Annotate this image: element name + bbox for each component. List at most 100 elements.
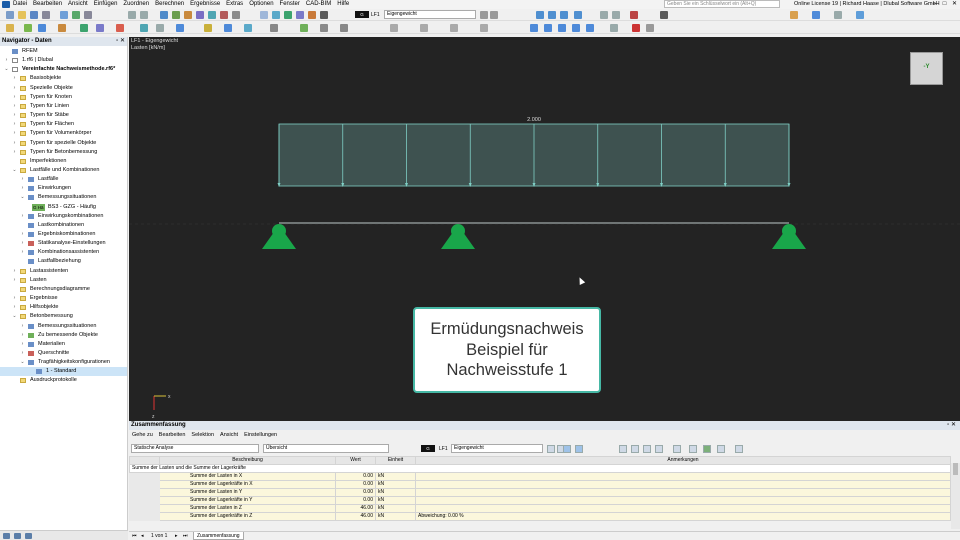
- tree-item[interactable]: › Basisobjekte: [0, 74, 127, 83]
- summary-menu-goto[interactable]: Gehe zu: [129, 432, 156, 438]
- table-row[interactable]: Summe der Lasten in Y 0.00 kN: [129, 488, 951, 497]
- tree-item[interactable]: 1 - Standard: [0, 367, 127, 377]
- member-icon[interactable]: [196, 11, 204, 19]
- minimize-icon[interactable]: –: [930, 0, 939, 9]
- undo-icon[interactable]: [128, 11, 136, 19]
- tree-item[interactable]: ⌄ Tragfähigkeitskonfigurationen: [0, 358, 127, 367]
- save-icon[interactable]: [30, 11, 38, 19]
- tree-item[interactable]: › Ergebniskombinationen: [0, 230, 127, 239]
- nav-views-tab-icon[interactable]: [25, 532, 32, 539]
- load-icon[interactable]: [300, 24, 308, 32]
- model-icon[interactable]: [60, 11, 68, 19]
- pin-icon[interactable]: [6, 24, 14, 32]
- tree-item[interactable]: ⌄ Lastfälle und Kombinationen: [0, 166, 127, 175]
- tree-expand-icon[interactable]: ›: [12, 139, 17, 148]
- tree-expand-icon[interactable]: ›: [12, 111, 17, 120]
- tree-expand-icon[interactable]: ›: [12, 93, 17, 102]
- zoom-icon[interactable]: [600, 11, 608, 19]
- summary-print-icon[interactable]: [689, 445, 697, 453]
- prev-page-icon[interactable]: ◂: [141, 532, 144, 540]
- window-icon[interactable]: [834, 11, 842, 19]
- tree-item[interactable]: RFEM: [0, 47, 127, 56]
- tree-expand-icon[interactable]: ⌄: [20, 358, 25, 367]
- menu-datei[interactable]: Datei: [10, 0, 30, 9]
- solid-icon[interactable]: [558, 24, 566, 32]
- analysis-select[interactable]: Statische Analyse: [131, 444, 259, 453]
- tree-expand-icon[interactable]: ›: [20, 230, 25, 239]
- tree-item[interactable]: › 1.rf6 | Dlubal: [0, 56, 127, 65]
- summary-loadcase-select[interactable]: Eigengewicht: [451, 444, 543, 453]
- tree-item[interactable]: Lastfallbeziehung: [0, 257, 127, 266]
- navigator-close-icon[interactable]: ▫ ✕: [116, 37, 125, 46]
- next-loadcase-icon[interactable]: [490, 11, 498, 19]
- tree-item[interactable]: › Typen für Stäbe: [0, 111, 127, 120]
- tree-expand-icon[interactable]: ›: [12, 294, 17, 303]
- support-middle[interactable]: [441, 224, 475, 249]
- col-value[interactable]: Wert: [335, 456, 376, 465]
- tree-item[interactable]: › Typen für Flächen: [0, 120, 127, 129]
- menu-einfuegen[interactable]: Einfügen: [91, 0, 121, 9]
- table-row[interactable]: Summe der Lasten in Z 46.00 kN: [129, 504, 951, 513]
- group-row[interactable]: Summe der Lasten und die Summe der Lager…: [129, 464, 951, 473]
- menu-cad-bim[interactable]: CAD-BIM: [303, 0, 334, 9]
- tree-item[interactable]: Ausdruckprotokolle: [0, 376, 127, 385]
- tree-expand-icon[interactable]: ⌄: [12, 166, 17, 175]
- tree-expand-icon[interactable]: ›: [12, 74, 17, 83]
- summary-sync-icon[interactable]: [575, 445, 583, 453]
- col-unit[interactable]: Einheit: [375, 456, 416, 465]
- loadcase-select[interactable]: Eigengewicht: [384, 10, 476, 19]
- tree-item[interactable]: G Hä BS3 - GZG - Häufig: [0, 203, 127, 212]
- tree-item[interactable]: › Kombinationsassistenten: [0, 248, 127, 257]
- menu-extras[interactable]: Extras: [223, 0, 246, 9]
- tree-item[interactable]: ⌄ Bemessungssituationen: [0, 193, 127, 202]
- menu-ergebnisse[interactable]: Ergebnisse: [187, 0, 223, 9]
- summary-menu-settings[interactable]: Einstellungen: [241, 432, 280, 438]
- tree-item[interactable]: › Typen für spezielle Objekte: [0, 139, 127, 148]
- screenshot-icon[interactable]: [646, 24, 654, 32]
- menu-bearbeiten[interactable]: Bearbeiten: [30, 0, 65, 9]
- tree-expand-icon[interactable]: ›: [20, 175, 25, 184]
- tree-item[interactable]: › Zu bemessende Objekte: [0, 331, 127, 340]
- tree-expand-icon[interactable]: ›: [12, 148, 17, 157]
- render-icon[interactable]: [272, 11, 280, 19]
- summary-menu-view[interactable]: Ansicht: [217, 432, 241, 438]
- light-icon[interactable]: [586, 24, 594, 32]
- view-x-icon[interactable]: [536, 11, 544, 19]
- open-file-icon[interactable]: [18, 11, 26, 19]
- table-row[interactable]: Summe der Lagerkräfte in Z 46.00 kN Abweich…: [129, 512, 951, 521]
- summary-menu-selection[interactable]: Selektion: [188, 432, 217, 438]
- ortho-icon[interactable]: [38, 24, 46, 32]
- summary-close-icon[interactable]: ▫ ✕: [947, 421, 956, 430]
- tree-expand-icon[interactable]: ›: [12, 303, 17, 312]
- view-icon[interactable]: [260, 11, 268, 19]
- print-icon[interactable]: [42, 11, 50, 19]
- filter-icon[interactable]: [308, 11, 316, 19]
- menu-ansicht[interactable]: Ansicht: [65, 0, 91, 9]
- visibility-icon[interactable]: [480, 24, 488, 32]
- line-icon[interactable]: [184, 11, 192, 19]
- summary-prev-icon[interactable]: [547, 445, 555, 453]
- view-z-icon[interactable]: [560, 11, 568, 19]
- tree-expand-icon[interactable]: ›: [20, 331, 25, 340]
- prev-loadcase-icon[interactable]: [480, 11, 488, 19]
- display-icon[interactable]: [296, 11, 304, 19]
- move-icon[interactable]: [156, 24, 164, 32]
- redo-icon[interactable]: [140, 11, 148, 19]
- overview-select[interactable]: Übersicht: [263, 444, 389, 453]
- tree-item[interactable]: › Typen für Betonbemessung: [0, 148, 127, 157]
- tree-item[interactable]: › Typen für Knoten: [0, 93, 127, 102]
- summary-rows-icon[interactable]: [643, 445, 651, 453]
- settings-icon[interactable]: [660, 11, 668, 19]
- results-icon[interactable]: [284, 11, 292, 19]
- table-row[interactable]: Summe der Lagerkräfte in X 0.00 kN: [129, 480, 951, 489]
- surface-icon[interactable]: [208, 11, 216, 19]
- mirror-icon[interactable]: [204, 24, 212, 32]
- tree-item[interactable]: ⌄ Betonbemessung: [0, 312, 127, 321]
- tree-item[interactable]: › Hilfsobjekte: [0, 303, 127, 312]
- grid-icon[interactable]: [320, 11, 328, 19]
- tab-zusammenfassung[interactable]: Zusammenfassung: [193, 532, 244, 540]
- view-cube[interactable]: -Y: [910, 52, 943, 85]
- tree-item[interactable]: › Materialien: [0, 340, 127, 349]
- summary-scrollbar[interactable]: [951, 463, 960, 529]
- render-mode-icon[interactable]: [530, 24, 538, 32]
